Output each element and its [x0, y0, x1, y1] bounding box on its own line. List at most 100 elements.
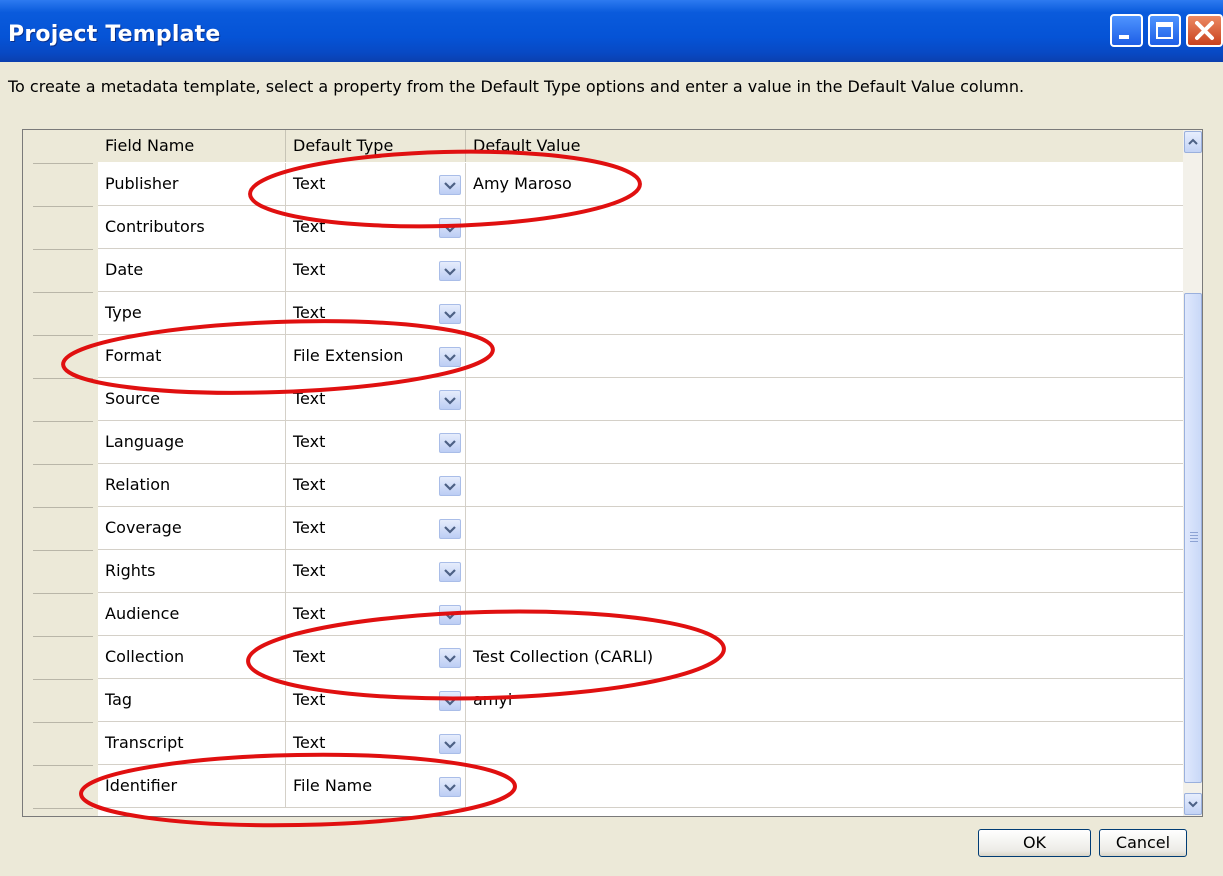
field-name-cell: Collection — [98, 636, 286, 678]
field-name-cell: Audience — [98, 593, 286, 635]
default-value-field[interactable] — [466, 249, 1183, 291]
grip-line — [1190, 541, 1198, 542]
chevron-up-icon — [1188, 138, 1198, 145]
default-type-value: Text — [293, 260, 326, 279]
field-name-cell: Rights — [98, 550, 286, 592]
default-value-field[interactable] — [466, 421, 1183, 463]
chevron-down-icon[interactable] — [439, 261, 461, 281]
field-name-cell: Coverage — [98, 507, 286, 549]
default-value-field[interactable] — [466, 593, 1183, 635]
table-row[interactable]: Coverage Text — [98, 507, 1183, 550]
chevron-down-icon[interactable] — [439, 691, 461, 711]
grip-line — [1190, 538, 1198, 539]
scroll-up-button[interactable] — [1184, 131, 1202, 153]
vertical-scrollbar[interactable] — [1183, 130, 1202, 816]
row-header-divider — [33, 636, 93, 637]
default-type-value: Text — [293, 604, 326, 623]
default-type-select[interactable]: Text — [286, 679, 466, 721]
default-type-value: File Extension — [293, 346, 404, 365]
row-header-column — [23, 130, 98, 816]
chevron-down-icon[interactable] — [439, 476, 461, 496]
metadata-grid: Field Name Default Type Default Value Pu… — [22, 129, 1203, 817]
default-type-select[interactable]: File Extension — [286, 335, 466, 377]
default-type-select[interactable]: Text — [286, 206, 466, 248]
default-value-field[interactable] — [466, 464, 1183, 506]
default-value-field[interactable] — [466, 378, 1183, 420]
default-type-select[interactable]: Text — [286, 636, 466, 678]
chevron-down-icon[interactable] — [439, 648, 461, 668]
chevron-down-icon[interactable] — [439, 390, 461, 410]
default-type-value: File Name — [293, 776, 373, 795]
ok-button[interactable]: OK — [978, 829, 1091, 857]
default-value-field[interactable] — [466, 765, 1183, 807]
field-name-cell: Type — [98, 292, 286, 334]
maximize-icon[interactable] — [1148, 14, 1181, 47]
column-header-default-type[interactable]: Default Type — [286, 130, 466, 162]
table-row[interactable]: Identifier File Name — [98, 765, 1183, 808]
table-row[interactable]: Date Text — [98, 249, 1183, 292]
table-row[interactable]: Language Text — [98, 421, 1183, 464]
chevron-down-icon[interactable] — [439, 777, 461, 797]
default-value-field[interactable] — [466, 550, 1183, 592]
minimize-icon[interactable] — [1110, 14, 1143, 47]
row-header-divider — [33, 335, 93, 336]
table-row[interactable]: Audience Text — [98, 593, 1183, 636]
row-header-divider — [33, 163, 93, 164]
default-type-value: Text — [293, 303, 326, 322]
default-value-field[interactable] — [466, 292, 1183, 334]
chevron-down-icon[interactable] — [439, 519, 461, 539]
window-title: Project Template — [8, 22, 221, 47]
table-row[interactable]: Rights Text — [98, 550, 1183, 593]
column-header-default-value[interactable]: Default Value — [466, 130, 1183, 162]
default-type-select[interactable]: Text — [286, 249, 466, 291]
table-row[interactable]: Type Text — [98, 292, 1183, 335]
chevron-down-icon[interactable] — [439, 433, 461, 453]
chevron-down-icon[interactable] — [439, 562, 461, 582]
default-value-field[interactable] — [466, 722, 1183, 764]
default-value-field[interactable]: Amy Maroso — [466, 163, 1183, 205]
default-type-value: Text — [293, 518, 326, 537]
chevron-down-icon[interactable] — [439, 218, 461, 238]
default-type-value: Text — [293, 217, 326, 236]
column-header-field-name[interactable]: Field Name — [98, 130, 286, 162]
table-row[interactable]: Contributors Text — [98, 206, 1183, 249]
row-header-divider — [33, 206, 93, 207]
default-type-select[interactable]: Text — [286, 163, 466, 205]
chevron-down-icon — [1188, 801, 1198, 808]
default-type-select[interactable]: Text — [286, 593, 466, 635]
default-type-select[interactable]: File Name — [286, 765, 466, 807]
chevron-down-icon[interactable] — [439, 304, 461, 324]
close-icon[interactable] — [1186, 14, 1223, 47]
default-value-field[interactable]: Test Collection (CARLI) — [466, 636, 1183, 678]
default-type-select[interactable]: Text — [286, 722, 466, 764]
table-row[interactable]: Transcript Text — [98, 722, 1183, 765]
default-value-field[interactable]: amyi — [466, 679, 1183, 721]
chevron-down-icon[interactable] — [439, 734, 461, 754]
chevron-down-icon[interactable] — [439, 347, 461, 367]
table-row[interactable]: Tag Text amyi — [98, 679, 1183, 722]
default-type-select[interactable]: Text — [286, 421, 466, 463]
scrollbar-thumb[interactable] — [1184, 293, 1202, 783]
row-header-divider — [33, 765, 93, 766]
table-row[interactable]: Collection Text Test Collection (CARLI) — [98, 636, 1183, 679]
scroll-down-button[interactable] — [1184, 793, 1202, 815]
default-value-field[interactable] — [466, 507, 1183, 549]
table-row[interactable]: Relation Text — [98, 464, 1183, 507]
table-row[interactable]: Source Text — [98, 378, 1183, 421]
chevron-down-icon[interactable] — [439, 175, 461, 195]
table-row[interactable]: Format File Extension — [98, 335, 1183, 378]
default-value-field[interactable] — [466, 206, 1183, 248]
default-type-value: Text — [293, 647, 326, 666]
default-type-select[interactable]: Text — [286, 378, 466, 420]
cancel-button[interactable]: Cancel — [1099, 829, 1187, 857]
default-value-field[interactable] — [466, 335, 1183, 377]
default-type-select[interactable]: Text — [286, 292, 466, 334]
default-type-select[interactable]: Text — [286, 464, 466, 506]
default-type-select[interactable]: Text — [286, 507, 466, 549]
default-type-value: Text — [293, 174, 326, 193]
row-header-divider — [33, 421, 93, 422]
table-row[interactable]: Publisher Text Amy Maroso — [98, 163, 1183, 206]
chevron-down-icon[interactable] — [439, 605, 461, 625]
row-header-divider — [33, 808, 93, 809]
default-type-select[interactable]: Text — [286, 550, 466, 592]
